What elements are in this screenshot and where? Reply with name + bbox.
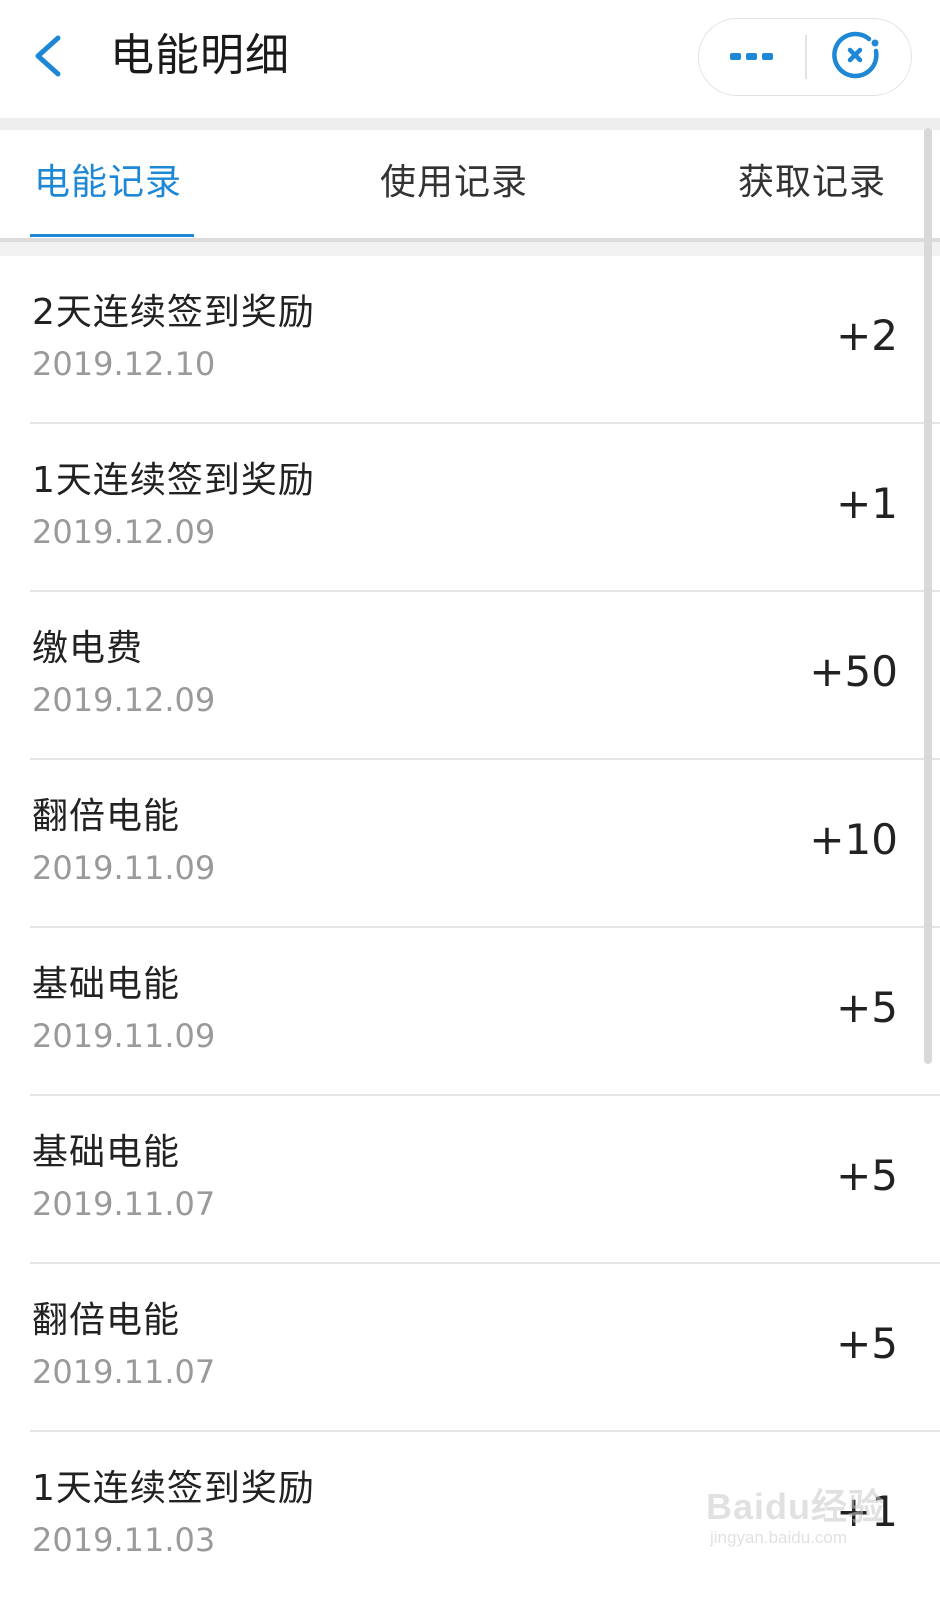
tab-earned-records[interactable]: 获取记录 bbox=[738, 158, 886, 208]
record-date: 2019.11.09 bbox=[32, 1017, 216, 1055]
record-title: 2天连续签到奖励 bbox=[32, 292, 315, 333]
record-amount: +5 bbox=[836, 983, 898, 1032]
close-circle-icon bbox=[832, 31, 879, 79]
record-tabs: 电能记录 使用记录 获取记录 bbox=[0, 130, 940, 238]
chevron-left-icon bbox=[35, 35, 61, 77]
tab-usage-records[interactable]: 使用记录 bbox=[380, 158, 528, 208]
list-item[interactable]: 基础电能 2019.11.07 +5 bbox=[0, 1096, 940, 1264]
record-date: 2019.11.03 bbox=[32, 1521, 216, 1559]
record-title: 基础电能 bbox=[32, 964, 181, 1005]
back-button[interactable] bbox=[28, 30, 72, 82]
scrollbar[interactable] bbox=[924, 128, 932, 1064]
list-item[interactable]: 缴电费 2019.12.09 +50 bbox=[0, 592, 940, 760]
list-top-gap bbox=[0, 242, 940, 256]
header-separator bbox=[0, 118, 940, 130]
more-dots-icon bbox=[730, 53, 773, 60]
tab-energy-records[interactable]: 电能记录 bbox=[34, 158, 182, 208]
record-title: 基础电能 bbox=[32, 1132, 181, 1173]
record-date: 2019.12.10 bbox=[32, 345, 216, 383]
list-item[interactable]: 翻倍电能 2019.11.07 +5 bbox=[0, 1264, 940, 1432]
record-title: 1天连续签到奖励 bbox=[32, 460, 315, 501]
record-date: 2019.11.07 bbox=[32, 1353, 216, 1391]
watermark-url: jingyan.baidu.com bbox=[710, 1528, 848, 1547]
page-title: 电能明细 bbox=[110, 30, 290, 81]
record-date: 2019.11.07 bbox=[32, 1185, 216, 1223]
record-list: 2天连续签到奖励 2019.12.10 +2 1天连续签到奖励 2019.12.… bbox=[0, 256, 940, 1600]
nav-header: 电能明细 bbox=[0, 0, 940, 118]
record-date: 2019.11.09 bbox=[32, 849, 216, 887]
record-amount: +2 bbox=[836, 311, 898, 360]
record-title: 翻倍电能 bbox=[32, 1300, 181, 1341]
list-item[interactable]: 1天连续签到奖励 2019.12.09 +1 bbox=[0, 424, 940, 592]
list-item[interactable]: 翻倍电能 2019.11.09 +10 bbox=[0, 760, 940, 928]
record-date: 2019.12.09 bbox=[32, 513, 216, 551]
record-amount: +10 bbox=[809, 815, 898, 864]
record-amount: +50 bbox=[809, 647, 898, 696]
mini-program-capsule bbox=[698, 18, 912, 96]
active-tab-indicator bbox=[30, 234, 194, 237]
record-date: 2019.12.09 bbox=[32, 681, 216, 719]
record-amount: +5 bbox=[836, 1319, 898, 1368]
record-amount: +1 bbox=[836, 479, 898, 528]
more-button[interactable] bbox=[699, 19, 805, 95]
list-item[interactable]: 基础电能 2019.11.09 +5 bbox=[0, 928, 940, 1096]
list-item[interactable]: 2天连续签到奖励 2019.12.10 +2 bbox=[0, 256, 940, 424]
record-title: 缴电费 bbox=[32, 628, 144, 669]
watermark-logo: Baidu经验 bbox=[706, 1486, 886, 1527]
record-amount: +5 bbox=[836, 1151, 898, 1200]
record-title: 1天连续签到奖励 bbox=[32, 1468, 315, 1509]
baidu-watermark: Baidu经验 jingyan.baidu.com bbox=[700, 1462, 930, 1562]
record-title: 翻倍电能 bbox=[32, 796, 181, 837]
close-button[interactable] bbox=[807, 19, 911, 95]
